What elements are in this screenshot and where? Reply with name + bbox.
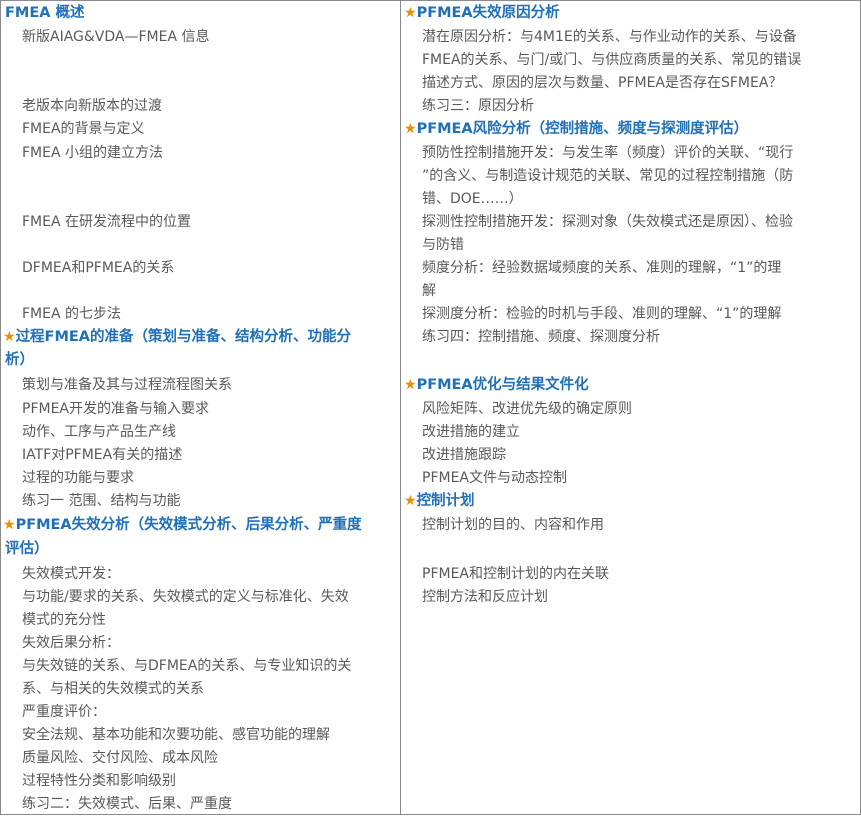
section-heading-continuation: 评估）: [5, 541, 49, 557]
list-item: 练习三：原因分析: [422, 98, 534, 114]
list-item: FMEA的关系、与门/或门、与供应商质量的关系、常见的错误: [422, 52, 802, 68]
section-heading-fmea-overview: FMEA 概述: [5, 5, 85, 21]
list-item: 严重度评价：: [22, 704, 106, 720]
list-item: IATF对PFMEA有关的描述: [22, 447, 183, 463]
section-heading-pfmea-risk-analysis: ★PFMEA风险分析（控制措施、频度与探测度评估）: [404, 121, 749, 137]
list-item: 探测性控制措施开发：探测对象（失效模式还是原因）、检验: [422, 214, 793, 230]
list-item: 探测度分析：检验的时机与手段、准则的理解、“1”的理解: [422, 306, 782, 322]
star-icon: ★: [3, 517, 16, 533]
list-item: 练习一 范围、结构与功能: [22, 493, 181, 509]
section-heading-pfmea-optimization: ★PFMEA优化与结果文件化: [404, 377, 589, 393]
list-item: FMEA 在研发流程中的位置: [22, 214, 192, 230]
list-item: ”的含义、与制造设计规范的关联、常见的过程控制措施（防: [422, 168, 794, 184]
list-item: FMEA的背景与定义: [22, 121, 145, 137]
list-item: 与失效链的关系、与DFMEA的关系、与专业知识的关: [22, 658, 352, 674]
section-heading-pfmea-preparation: ★过程FMEA的准备（策划与准备、结构分析、功能分: [3, 329, 352, 345]
star-icon: ★: [3, 329, 16, 345]
list-item: 预防性控制措施开发：与发生率（频度）评价的关联、“现行: [422, 145, 794, 161]
star-icon: ★: [404, 493, 417, 509]
list-item: 系、与相关的失效模式的关系: [22, 681, 204, 697]
list-item: 动作、工序与产品生产线: [22, 424, 176, 440]
list-item: 改进措施跟踪: [422, 447, 506, 463]
list-item: 风险矩阵、改进优先级的确定原则: [422, 401, 632, 417]
list-item: 与防错: [422, 237, 464, 253]
list-item: 新版AIAG&VDA—FMEA 信息: [22, 29, 210, 45]
list-item: 过程特性分类和影响级别: [22, 773, 176, 789]
list-item: 与功能/要求的关系、失效模式的定义与标准化、失效: [22, 589, 349, 605]
list-item: 潜在原因分析：与4M1E的关系、与作业动作的关系、与设备: [422, 29, 797, 45]
list-item: 老版本向新版本的过渡: [22, 98, 162, 114]
list-item: FMEA 的七步法: [22, 306, 122, 322]
list-item: 质量风险、交付风险、成本风险: [22, 750, 218, 766]
star-icon: ★: [404, 5, 417, 21]
course-outline-table: FMEA 概述 新版AIAG&VDA—FMEA 信息 老版本向新版本的过渡 FM…: [0, 0, 861, 815]
right-column: ★PFMEA失效原因分析 潜在原因分析：与4M1E的关系、与作业动作的关系、与设…: [401, 1, 860, 814]
list-item: 错、DOE……）: [422, 191, 523, 207]
list-item: 过程的功能与要求: [22, 470, 134, 486]
list-item: 控制方法和反应计划: [422, 589, 548, 605]
list-item: 解: [422, 283, 436, 299]
section-heading-control-plan: ★控制计划: [404, 493, 475, 509]
list-item: 安全法规、基本功能和次要功能、感官功能的理解: [22, 727, 330, 743]
list-item: PFMEA文件与动态控制: [422, 470, 567, 486]
list-item: 练习二：失效模式、后果、严重度: [22, 796, 232, 812]
list-item: 失效后果分析：: [22, 635, 120, 651]
section-heading-continuation: 析）: [5, 352, 34, 368]
list-item: PFMEA开发的准备与输入要求: [22, 401, 209, 417]
star-icon: ★: [404, 377, 417, 393]
left-column: FMEA 概述 新版AIAG&VDA—FMEA 信息 老版本向新版本的过渡 FM…: [1, 1, 401, 814]
star-icon: ★: [404, 121, 417, 137]
section-heading-pfmea-failure-analysis: ★PFMEA失效分析（失效模式分析、后果分析、严重度: [3, 517, 362, 533]
list-item: 策划与准备及其与过程流程图关系: [22, 377, 232, 393]
list-item: 频度分析：经验数据域频度的关系、准则的理解，“1”的理: [422, 260, 782, 276]
list-item: 控制计划的目的、内容和作用: [422, 517, 604, 533]
list-item: 练习四：控制措施、频度、探测度分析: [422, 329, 660, 345]
list-item: 模式的充分性: [22, 612, 106, 628]
list-item: DFMEA和PFMEA的关系: [22, 260, 175, 276]
list-item: PFMEA和控制计划的内在关联: [422, 566, 609, 582]
list-item: 失效模式开发：: [22, 566, 120, 582]
section-heading-pfmea-cause-analysis: ★PFMEA失效原因分析: [404, 5, 560, 21]
list-item: 改进措施的建立: [422, 424, 520, 440]
list-item: 描述方式、原因的层次与数量、PFMEA是否存在SFMEA？: [422, 75, 783, 91]
list-item: FMEA 小组的建立方法: [22, 145, 164, 161]
